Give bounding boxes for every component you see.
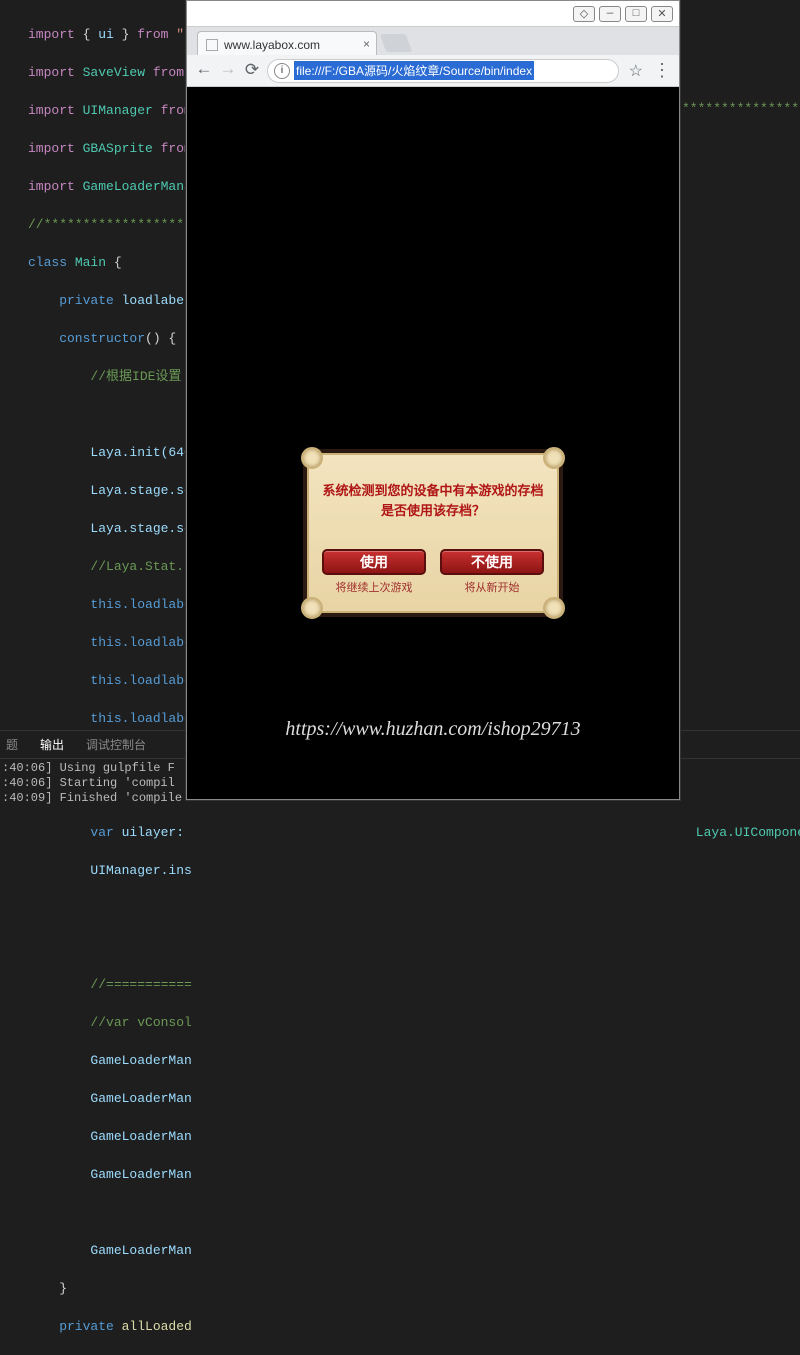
close-window-button[interactable]: ✕ [651, 6, 673, 22]
browser-menu-icon[interactable]: ⋮ [653, 60, 671, 82]
use-save-button[interactable]: 使用 [322, 549, 426, 575]
dialog-message: 系统检测到您的设备中有本游戏的存档 是否使用该存档？ [315, 481, 551, 521]
panel-tab-output[interactable]: 输出 [40, 736, 64, 753]
watermark-text: https://www.huzhan.com/ishop29713 [285, 718, 580, 741]
bookmark-star-icon[interactable]: ☆ [629, 61, 643, 81]
panel-tab-problems[interactable]: 题 [6, 736, 18, 753]
minimize-button[interactable]: — [599, 6, 621, 22]
site-info-icon[interactable]: i [274, 63, 290, 79]
maximize-button[interactable]: □ [625, 6, 647, 22]
address-bar-row: ← → ⟳ i file:///F:/GBA源码/火焰纹章/Source/bin… [187, 55, 679, 87]
dont-use-save-button[interactable]: 不使用 [440, 549, 544, 575]
window-titlebar: ◇ — □ ✕ [187, 1, 679, 27]
panel-tab-debug[interactable]: 调试控制台 [86, 736, 146, 753]
no-hint: 将从新开始 [440, 579, 544, 595]
reload-button[interactable]: ⟳ [243, 60, 261, 81]
user-icon[interactable]: ◇ [573, 6, 595, 22]
browser-window: ◇ — □ ✕ www.layabox.com × ← → ⟳ i file:/… [186, 0, 680, 800]
new-tab-button[interactable] [380, 34, 413, 52]
forward-button[interactable]: → [219, 61, 237, 80]
url-text: file:///F:/GBA源码/火焰纹章/Source/bin/index [294, 61, 534, 80]
use-hint: 将继续上次游戏 [322, 579, 426, 595]
comment-stars: *************** [682, 101, 799, 116]
back-button[interactable]: ← [195, 61, 213, 80]
favicon-icon [206, 39, 218, 51]
tab-close-icon[interactable]: × [363, 37, 370, 51]
tab-strip: www.layabox.com × [187, 27, 679, 55]
address-bar[interactable]: i file:///F:/GBA源码/火焰纹章/Source/bin/index [267, 59, 619, 83]
save-dialog: 系统检测到您的设备中有本游戏的存档 是否使用该存档？ 使用 不使用 将继续上次游… [303, 449, 563, 617]
browser-tab[interactable]: www.layabox.com × [197, 31, 377, 55]
page-viewport: 系统检测到您的设备中有本游戏的存档 是否使用该存档？ 使用 不使用 将继续上次游… [187, 87, 679, 799]
tab-title: www.layabox.com [224, 38, 320, 52]
